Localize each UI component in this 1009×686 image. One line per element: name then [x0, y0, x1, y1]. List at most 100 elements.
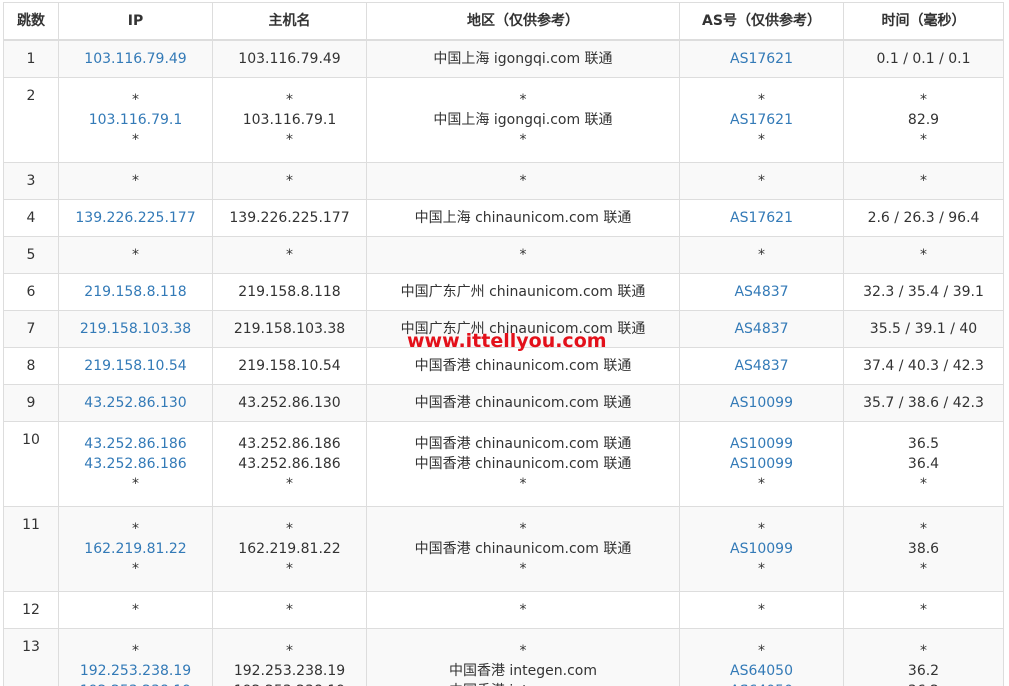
as-cell: * — [679, 162, 844, 200]
ip-cell: * — [58, 162, 213, 200]
hostname-cell: 219.158.10.54 — [212, 347, 367, 385]
as-link[interactable]: AS4837 — [681, 356, 843, 376]
time-value: * — [920, 132, 927, 148]
as-link[interactable]: AS4837 — [681, 282, 843, 302]
page: 跳数 IP 主机名 地区（仅供参考） AS号（仅供参考） 时间（毫秒） 1 103… — [0, 0, 1009, 686]
ip-cell: 219.158.103.38 — [58, 310, 213, 348]
hostname-value: 43.252.86.186 — [238, 436, 341, 452]
ip-value: * — [132, 247, 139, 263]
region-cell: 中国香港 chinaunicom.com 联通 — [366, 347, 680, 385]
ip-value: * — [132, 476, 139, 492]
hop-cell: 11 — [3, 506, 59, 592]
table-row: 1 103.116.79.49 103.116.79.49 中国上海 igongqi.… — [3, 39, 1004, 78]
hop-cell: 3 — [3, 162, 59, 200]
ip-link[interactable]: 162.219.81.22 — [60, 539, 212, 559]
hostname-value: 43.252.86.130 — [238, 395, 341, 411]
as-link[interactable]: AS10099 — [681, 539, 843, 559]
ip-link[interactable]: 43.252.86.130 — [60, 393, 212, 413]
hostname-value: * — [286, 561, 293, 577]
ip-link[interactable]: 219.158.8.118 — [60, 282, 212, 302]
region-cell: 中国广东广州 chinaunicom.com 联通 — [366, 310, 680, 348]
hostname-cell: * — [212, 591, 367, 629]
ip-link[interactable]: 192.253.238.19 — [60, 681, 212, 686]
as-value: * — [758, 521, 765, 537]
time-cell: 37.4 / 40.3 / 42.3 — [843, 347, 1004, 385]
traceroute-table: 跳数 IP 主机名 地区（仅供参考） AS号（仅供参考） 时间（毫秒） 1 103… — [3, 2, 1004, 686]
as-link[interactable]: AS4837 — [681, 319, 843, 339]
time-cell: * — [843, 162, 1004, 200]
as-value: * — [758, 92, 765, 108]
hostname-value: 219.158.8.118 — [238, 284, 341, 300]
ip-value: * — [132, 643, 139, 659]
as-link[interactable]: AS64050 — [681, 681, 843, 686]
table-row: 13*192.253.238.19192.253.238.19*192.253.… — [3, 628, 1004, 686]
as-cell: AS17621 — [679, 39, 844, 78]
time-value: 82.9 — [907, 112, 940, 128]
time-cell: * — [843, 591, 1004, 629]
ip-link[interactable]: 139.226.225.177 — [60, 208, 212, 228]
table-row: 12 * * * * * — [3, 591, 1004, 629]
hop-cell: 13 — [3, 628, 59, 686]
col-header-hostname: 主机名 — [212, 2, 367, 41]
ip-cell: 139.226.225.177 — [58, 199, 213, 237]
hostname-value: * — [286, 476, 293, 492]
ip-value: * — [132, 561, 139, 577]
hop-cell: 4 — [3, 199, 59, 237]
time-cell: 35.7 / 38.6 / 42.3 — [843, 384, 1004, 422]
region-value: * — [519, 132, 527, 148]
header-row: 跳数 IP 主机名 地区（仅供参考） AS号（仅供参考） 时间（毫秒） — [3, 2, 1004, 41]
ip-link[interactable]: 192.253.238.19 — [60, 661, 212, 681]
ip-link[interactable]: 43.252.86.186 — [60, 454, 212, 474]
table-row: 11 * 162.219.81.22 * * 162.219.81.22 * * 中国香港 ch… — [3, 506, 1004, 592]
col-header-ip: IP — [58, 2, 213, 41]
as-link[interactable]: AS17621 — [681, 208, 843, 228]
time-value: 36.2 — [907, 663, 940, 679]
as-link[interactable]: AS17621 — [681, 49, 843, 69]
as-cell: AS4837 — [679, 347, 844, 385]
region-cell: 中国上海 igongqi.com 联通 — [366, 39, 680, 78]
as-cell: AS17621 — [679, 199, 844, 237]
time-value: 36.2 — [845, 681, 1003, 686]
as-link[interactable]: AS17621 — [681, 110, 843, 130]
time-value: 35.5 / 39.1 / 40 — [869, 321, 978, 337]
hostname-value: * — [286, 602, 293, 618]
ip-link[interactable]: 103.116.79.1 — [60, 110, 212, 130]
as-link[interactable]: AS10099 — [681, 454, 843, 474]
table-row: 10 43.252.86.186 43.252.86.186 * 43.252.86.1… — [3, 421, 1004, 507]
hop-cell: 9 — [3, 384, 59, 422]
region-value: 中国香港 chinaunicom.com 联通 — [414, 358, 632, 374]
as-cell: AS4837 — [679, 273, 844, 311]
ip-cell: 43.252.86.130 — [58, 384, 213, 422]
region-value: * — [519, 92, 527, 108]
time-value: 2.6 / 26.3 / 96.4 — [867, 210, 980, 226]
ip-link[interactable]: 219.158.103.38 — [60, 319, 212, 339]
as-link[interactable]: AS64050 — [681, 661, 843, 681]
time-value: 36.5 — [907, 436, 940, 452]
ip-link[interactable]: 43.252.86.186 — [60, 434, 212, 454]
hostname-value: 192.253.238.19 — [233, 663, 346, 679]
table-row: 9 43.252.86.130 43.252.86.130 中国香港 chinauni… — [3, 384, 1004, 422]
as-link[interactable]: AS10099 — [681, 393, 843, 413]
hostname-value: 103.116.79.1 — [242, 112, 337, 128]
time-value: * — [920, 561, 927, 577]
time-cell: 0.1 / 0.1 / 0.1 — [843, 39, 1004, 78]
ip-link[interactable]: 103.116.79.49 — [60, 49, 212, 69]
region-cell: 中国上海 chinaunicom.com 联通 — [366, 199, 680, 237]
ip-value: * — [132, 521, 139, 537]
as-link[interactable]: AS10099 — [681, 434, 843, 454]
hostname-cell: 139.226.225.177 — [212, 199, 367, 237]
hostname-value: * — [286, 132, 293, 148]
region-value: 中国广东广州 chinaunicom.com 联通 — [400, 284, 646, 300]
hostname-value: 43.252.86.186 — [238, 456, 341, 472]
time-cell: * 36.2 36.2 — [843, 628, 1004, 686]
hostname-value: 192.253.238.19 — [214, 681, 366, 686]
ip-cell: 103.116.79.49 — [58, 39, 213, 78]
table-header: 跳数 IP 主机名 地区（仅供参考） AS号（仅供参考） 时间（毫秒） — [3, 2, 1004, 41]
as-cell: * AS17621 * — [679, 77, 844, 163]
hop-cell: 7 — [3, 310, 59, 348]
region-value: 中国香港 chinaunicom.com 联通 — [414, 436, 632, 452]
time-value: 36.4 — [907, 456, 940, 472]
time-cell: 32.3 / 35.4 / 39.1 — [843, 273, 1004, 311]
region-cell: * 中国香港 chinaunicom.com 联通 * — [366, 506, 680, 592]
ip-link[interactable]: 219.158.10.54 — [60, 356, 212, 376]
